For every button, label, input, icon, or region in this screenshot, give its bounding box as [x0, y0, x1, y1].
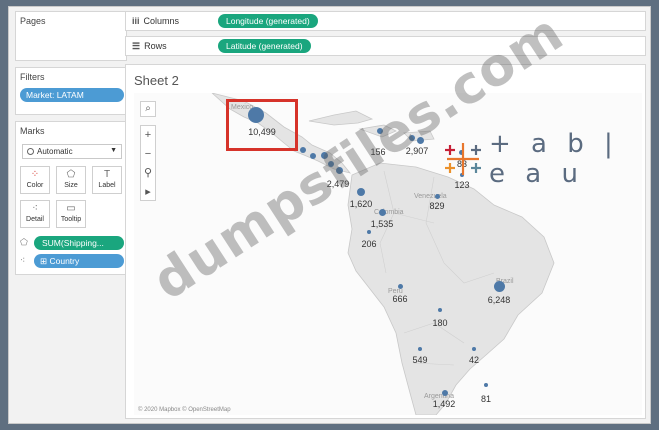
mark-paraguay[interactable] [472, 347, 476, 351]
rows-label: Rows [144, 41, 167, 51]
tableau-cross-icon [441, 141, 485, 177]
tooltip-icon: ▭ [66, 203, 76, 214]
mark-ecuador[interactable] [367, 230, 371, 234]
label-ecuador: 206 [361, 239, 377, 249]
minus-icon: − [144, 148, 152, 160]
filters-title: Filters [20, 72, 45, 82]
pin-icon: ⚲ [143, 167, 153, 179]
pages-card: Pages [15, 11, 127, 61]
label-argentina: 1,492 [432, 399, 456, 409]
longitude-pill[interactable]: Longitude (generated) [218, 14, 318, 28]
detail-shelf-icon: ⁖ [20, 255, 26, 265]
color-button[interactable]: ⁘ Color [20, 166, 50, 194]
place-venezuela: Venezuela [414, 193, 447, 200]
label-bolivia: 180 [432, 318, 448, 328]
mark-argentina[interactable] [442, 390, 448, 396]
mark-bolivia[interactable] [438, 308, 442, 312]
zoom-in-button[interactable]: + [141, 126, 155, 145]
size-measure-pill[interactable]: SUM(Shipping... [34, 236, 124, 250]
label-button[interactable]: T Label [92, 166, 122, 194]
label-venezuela: 829 [429, 201, 445, 211]
rows-icon: ☰ [132, 41, 141, 51]
circle-mark-icon [27, 148, 34, 155]
marks-card: Marks Automatic ▼ ⁘ Color ⬠ Size T Label… [15, 121, 127, 275]
mark-peru[interactable] [398, 284, 403, 289]
tableau-window: Pages Filters Market: LATAM Marks Automa… [8, 3, 651, 424]
label-chile: 549 [412, 355, 428, 365]
sheet-title: Sheet 2 [134, 73, 179, 88]
mark-chile[interactable] [418, 347, 422, 351]
label-button-label: Label [98, 182, 116, 189]
size-shelf-icon: ⬠ [20, 237, 28, 247]
label-colombia: 1,535 [370, 219, 394, 229]
size-button-label: Size [64, 182, 78, 189]
highlight-box [226, 99, 298, 151]
mark-colombia[interactable] [379, 209, 386, 216]
detail-button[interactable]: ⁖ Detail [20, 200, 50, 228]
mark-guatemala-1[interactable] [300, 147, 306, 153]
label-icon: T [103, 169, 111, 180]
search-icon: ⌕ [145, 103, 151, 114]
color-button-label: Color [26, 182, 44, 189]
tableau-logo: + a b | e a u [441, 129, 650, 189]
size-button[interactable]: ⬠ Size [56, 166, 86, 194]
label-peru: 666 [392, 294, 408, 304]
filter-pill-market[interactable]: Market: LATAM [20, 88, 124, 102]
map-toolbar: + − ⚲ ▸ [140, 125, 156, 201]
play-arrow-icon: ▸ [145, 186, 151, 198]
detail-icon: ⁖ [32, 203, 38, 214]
zoom-out-button[interactable]: − [141, 145, 155, 164]
chevron-down-icon: ▼ [110, 147, 117, 154]
columns-shelf: iii Columns Longitude (generated) [125, 11, 646, 31]
marks-title: Marks [20, 126, 45, 136]
color-dots-icon: ⁘ [30, 169, 40, 180]
map-credit: © 2020 Mapbox © OpenStreetMap [138, 407, 231, 413]
label-paraguay: 42 [468, 355, 479, 365]
size-icon: ⬠ [66, 169, 76, 180]
mark-venezuela[interactable] [435, 194, 440, 199]
label-brazil: 6,248 [487, 295, 511, 305]
columns-icon: iii [132, 16, 140, 26]
label-uruguay: 81 [480, 394, 491, 404]
pages-title: Pages [20, 16, 46, 26]
filters-card: Filters Market: LATAM [15, 67, 127, 115]
tooltip-button-label: Tooltip [60, 216, 82, 223]
latitude-pill[interactable]: Latitude (generated) [218, 39, 311, 53]
map-tools-arrow-button[interactable]: ▸ [141, 183, 155, 202]
tableau-wordmark: + a b | e a u [489, 129, 619, 189]
country-dimension-pill[interactable]: ⊞ Country [34, 254, 124, 268]
tooltip-button[interactable]: ▭ Tooltip [56, 200, 86, 228]
mark-type-dropdown[interactable]: Automatic ▼ [22, 144, 122, 159]
map-search-button[interactable]: ⌕ [140, 101, 156, 117]
mark-uruguay[interactable] [484, 383, 488, 387]
mark-brazil[interactable] [494, 281, 505, 292]
pin-map-button[interactable]: ⚲ [141, 164, 155, 183]
mark-type-value: Automatic [37, 147, 73, 156]
detail-button-label: Detail [26, 216, 44, 223]
plus-icon: + [144, 129, 152, 141]
columns-label: Columns [143, 16, 180, 26]
